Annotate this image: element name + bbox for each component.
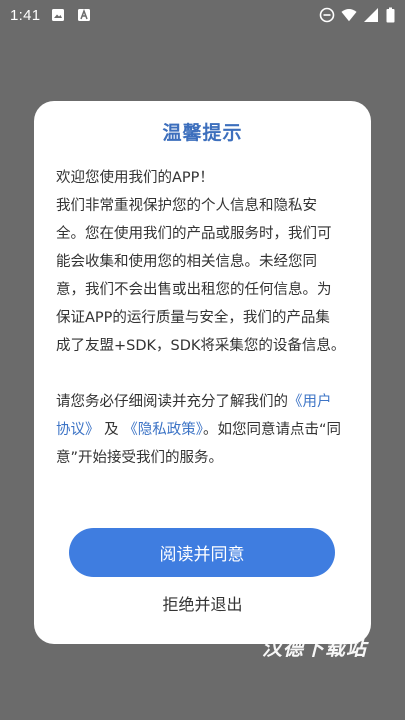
privacy-text-line: 全。您在使用我们的产品或服务时，我们可 bbox=[56, 226, 332, 242]
user-agreement-link[interactable]: 协议》 bbox=[56, 422, 100, 438]
image-icon bbox=[50, 7, 66, 23]
dialog-body: 欢迎您使用我们的APP！ 我们非常重视保护您的个人信息和隐私安 全。您在使用我们… bbox=[56, 164, 352, 472]
privacy-text-line: 意，我们不会出售或出租您的任何信息。为 bbox=[56, 282, 332, 298]
wifi-icon bbox=[341, 7, 357, 23]
status-right bbox=[319, 7, 395, 23]
battery-icon bbox=[385, 7, 395, 23]
privacy-text-line: 能会收集和使用您的相关信息。未经您同 bbox=[56, 254, 317, 270]
dialog-title: 温馨提示 bbox=[162, 122, 243, 144]
privacy-text-line: 成了友盟+SDK，SDK将采集您的设备信息。 bbox=[56, 338, 346, 354]
welcome-line: 欢迎您使用我们的APP！ bbox=[56, 170, 214, 186]
and-text: 及 bbox=[99, 422, 124, 438]
status-bar: 1:41 bbox=[0, 0, 405, 30]
agree-instruction-text: 。如您同意请点击“同 bbox=[202, 422, 341, 438]
privacy-policy-link[interactable]: 《隐私政策》 bbox=[123, 422, 203, 438]
agree-button[interactable]: 阅读并同意 bbox=[69, 528, 335, 577]
reject-exit-button[interactable]: 拒绝并退出 bbox=[34, 590, 371, 620]
privacy-dialog: 温馨提示 欢迎您使用我们的APP！ 我们非常重视保护您的个人信息和隐私安 全。您… bbox=[34, 101, 371, 644]
signal-icon bbox=[363, 7, 379, 23]
status-time: 1:41 bbox=[10, 6, 41, 24]
font-a-icon bbox=[76, 7, 92, 23]
agreement-line: 请您务必仔细阅读并充分了解我们的《用户 bbox=[56, 388, 352, 416]
agreement-line: 意”开始接受我们的服务。 bbox=[56, 450, 224, 466]
agreement-line: 协议》 及 《隐私政策》。如您同意请点击“同 bbox=[56, 416, 352, 444]
do-not-disturb-icon bbox=[319, 7, 335, 23]
user-agreement-link[interactable]: 《用户 bbox=[288, 394, 332, 410]
privacy-text-line: 保证APP的运行质量与安全，我们的产品集 bbox=[56, 310, 330, 326]
agreement-intro-text: 请您务必仔细阅读并充分了解我们的 bbox=[56, 394, 288, 410]
privacy-text-line: 我们非常重视保护您的个人信息和隐私安 bbox=[56, 198, 317, 214]
status-left: 1:41 bbox=[10, 7, 92, 24]
